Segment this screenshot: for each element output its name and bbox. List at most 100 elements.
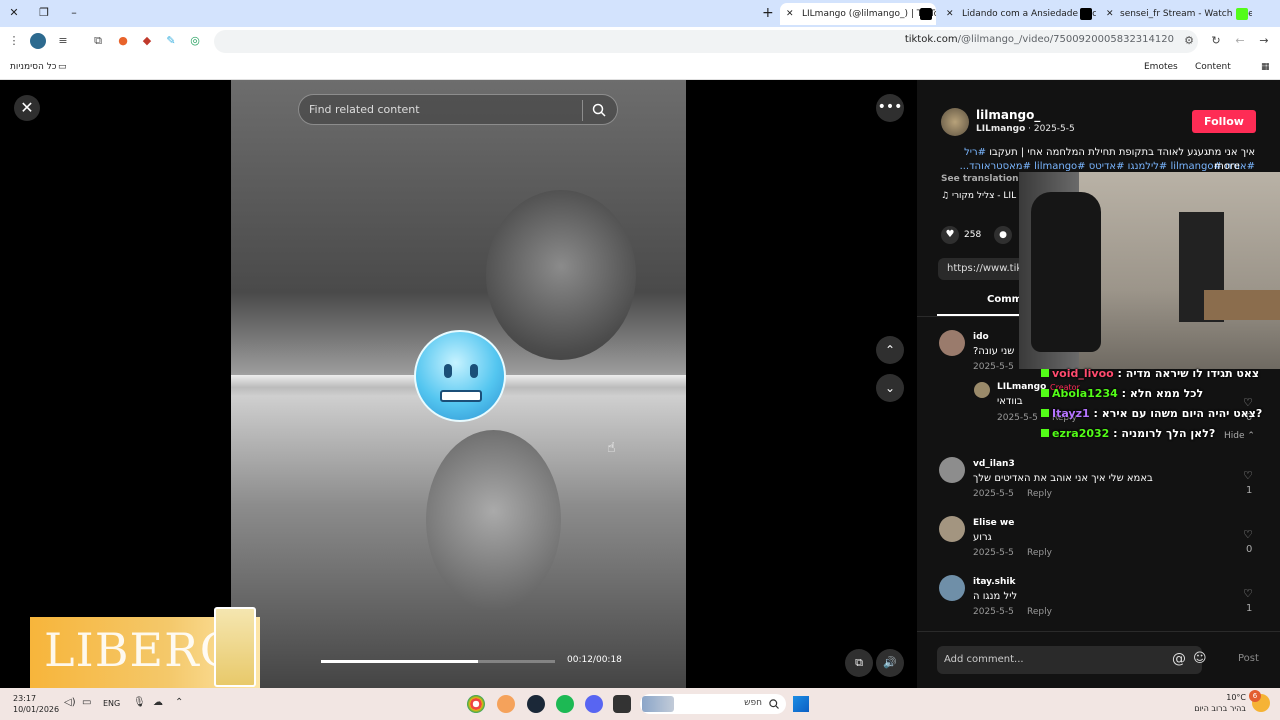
bookmark-emotes[interactable]: Emotes [1144,62,1178,72]
search-highlight-image [642,696,674,712]
weather-widget[interactable]: 10°C בהיר ברוב היום [1194,692,1246,714]
discord-app-icon[interactable] [585,695,603,713]
comment-date: 2025-5-5 [973,489,1014,499]
network-icon[interactable]: ▭ [82,697,91,708]
video-player[interactable]: Find related content 00:12/00:18 [231,80,686,688]
weather-description: בהיר ברוב היום [1194,704,1246,713]
emoji-icon[interactable]: ☺ [1193,651,1207,666]
bookmark-content[interactable]: Content [1195,62,1231,72]
cloud-off-icon[interactable]: ☁ [153,697,163,708]
volume-button[interactable]: 🔊 [876,649,904,677]
tab-title: Lidando com a Ansiedade Soci [962,9,1096,19]
restore-window-icon[interactable]: ❐ [34,4,54,22]
reply-button[interactable]: Reply [1027,548,1052,558]
minimize-window-icon[interactable]: – [64,4,84,22]
forward-icon[interactable]: ← [1232,33,1248,49]
mention-icon[interactable]: @ [1172,651,1186,667]
comment-date: 2025-5-5 [973,607,1014,617]
comment-author[interactable]: ido [973,332,989,342]
extension-icon[interactable]: ◆ [139,33,155,49]
reading-list-icon[interactable]: ≡ [55,33,71,49]
video-progress-bar[interactable] [321,660,555,663]
creator-avatar[interactable] [941,108,969,136]
spotify-app-icon[interactable] [556,695,574,713]
reply-author[interactable]: LILmango [997,382,1046,392]
avatar[interactable] [939,516,965,542]
heart-outline-icon[interactable]: ♡ [1243,469,1253,482]
tab-article[interactable]: ✕ Lidando com a Ansiedade Soci [940,3,1096,25]
freezing-face-sticker [414,330,506,422]
windows-taskbar: 23:17 10/01/2026 ◁) ▭ ENG 🎙 ☁ ⌃ חפש 10°C… [0,688,1280,720]
menu-icon[interactable]: ⋮ [6,33,22,49]
search-icon[interactable] [591,102,607,118]
follow-button[interactable]: Follow [1192,110,1256,133]
tab-close-icon[interactable]: ✕ [946,3,954,25]
new-tab-button[interactable]: + [762,4,774,22]
tab-close-icon[interactable]: ✕ [786,3,794,25]
music-row[interactable]: ♫ צליל מקורי - LIL [941,191,1016,201]
extension-icon[interactable]: ◎ [187,33,203,49]
back-icon[interactable]: → [1256,33,1272,49]
floating-player-button[interactable]: ⧉ [845,649,873,677]
extensions-icon[interactable]: ⧉ [90,33,106,49]
heart-icon[interactable]: ♥ [941,226,959,244]
creator-username[interactable]: lilmango_ [976,108,1040,122]
site-settings-icon[interactable]: ⚙ [1184,34,1194,47]
chat-user: Abola1234 [1052,387,1118,400]
extension-icon[interactable]: ✎ [163,33,179,49]
comment-author[interactable]: itay.shik [973,577,1015,587]
avatar[interactable] [939,330,965,356]
reply-text: בוודאי [997,396,1023,407]
comment-bubble-icon[interactable]: ● [994,226,1012,244]
microphone-icon[interactable]: 🎙 [133,697,146,708]
heart-outline-icon[interactable]: ♡ [1243,587,1253,600]
search-divider [582,100,583,121]
description-more-link[interactable]: more [1214,161,1240,172]
like-count: 258 [964,230,982,240]
sticker-eye [470,364,478,378]
more-options-button[interactable]: ••• [876,94,904,122]
extension-icon[interactable]: ● [115,33,131,49]
close-video-button[interactable]: ✕ [14,95,40,121]
kick-favicon-icon [1236,8,1248,20]
all-bookmarks[interactable]: כל הסימניות [10,62,57,72]
steam-app-icon[interactable] [527,695,545,713]
close-window-icon[interactable]: ✕ [4,4,24,22]
url-text: tiktok.com/@lilmango_/video/750092000583… [904,34,1174,45]
reload-icon[interactable]: ↻ [1208,33,1224,49]
avatar[interactable] [974,382,990,398]
browser-app-icon[interactable] [497,695,515,713]
tab-close-icon[interactable]: ✕ [1106,3,1114,25]
tab-tiktok[interactable]: ✕ LILmango (@lilmango_) | TikTok [780,3,936,25]
related-search-input[interactable]: Find related content [298,94,618,125]
next-video-button[interactable]: ⌄ [876,374,904,402]
temperature: 10°C [1226,693,1246,702]
clock[interactable]: 23:17 10/01/2026 [13,693,59,715]
chat-user: void_livoo [1052,367,1114,380]
comment-author[interactable]: vd_ilan3 [973,459,1015,469]
browser-toolbar: ⋮ ≡ ⧉ ● ◆ ✎ ◎ ☆ tiktok.com/@lilmango_/vi… [0,27,1280,56]
ad-brand: LIBERO [44,623,239,677]
bookmarks-bar: כל הסימניות ▭ Emotes Content ▦ [0,56,1280,80]
profile-avatar[interactable] [30,33,46,49]
address-bar[interactable]: tiktok.com/@lilmango_/video/750092000583… [214,30,1198,53]
chevron-up-icon[interactable]: ⌃ [175,697,183,708]
reply-button[interactable]: Reply [1027,607,1052,617]
tab-kick-stream[interactable]: ✕ sensei_fr Stream - Watch Live on [1100,3,1252,25]
avatar[interactable] [939,575,965,601]
windows-start-icon[interactable] [793,696,809,712]
speaker-icon[interactable]: ◁) [64,697,76,708]
add-comment-input[interactable]: Add comment... @ ☺ [937,646,1207,674]
comment-author[interactable]: Elise we [973,518,1014,528]
apps-grid-icon[interactable]: ▦ [1261,62,1270,72]
post-button[interactable]: Post [1238,653,1259,664]
terminal-app-icon[interactable] [613,695,631,713]
previous-video-button[interactable]: ⌃ [876,336,904,364]
heart-outline-icon[interactable]: ♡ [1243,528,1253,541]
avatar[interactable] [939,457,965,483]
language-indicator[interactable]: ENG [103,699,120,708]
reply-button[interactable]: Reply [1027,489,1052,499]
taskbar-search[interactable]: חפש [640,694,786,714]
see-translation-link[interactable]: See translation [941,174,1019,184]
chrome-app-icon[interactable] [467,695,485,713]
